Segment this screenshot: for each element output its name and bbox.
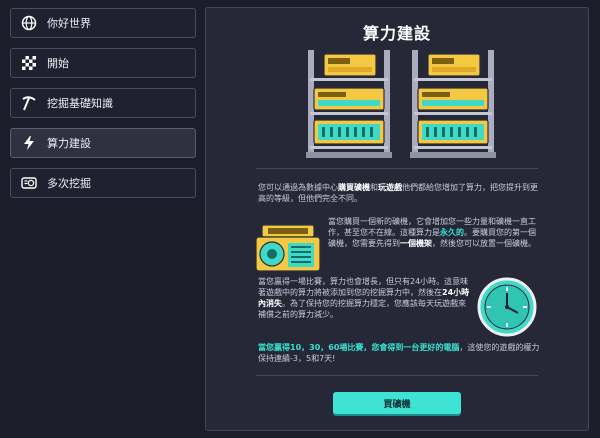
sidebar-item-hashrate-build[interactable]: 算力建設: [10, 128, 196, 158]
pickaxe-icon: [20, 94, 38, 112]
lightning-icon: [20, 134, 38, 152]
sidebar-item-label: 挖掘基礎知識: [47, 97, 113, 110]
buy-miner-button[interactable]: 買礦機: [333, 392, 461, 414]
sidebar-item-label: 算力建設: [47, 137, 91, 150]
miner-machine-illustration: [255, 224, 321, 272]
divider: [256, 375, 538, 376]
main-panel: 算力建設 您可以通過為數據中心購買礦機和玩遊戲他們都給您增加了算力，把您提升到更…: [205, 7, 589, 431]
sidebar-item-label: 多次挖掘: [47, 177, 91, 190]
sidebar-item-label: 開始: [47, 57, 69, 70]
sidebar-item-hello-world[interactable]: 你好世界: [10, 8, 196, 38]
mining-rig-icon: [20, 174, 38, 192]
checkered-flag-icon: [20, 54, 38, 72]
mining-rack-right: [410, 50, 496, 158]
mining-rack-left: [306, 50, 392, 158]
mining-racks-illustration: [306, 50, 496, 158]
sidebar-item-label: 你好世界: [47, 17, 91, 30]
streak-info-paragraph: 當您贏得10，30，60場比賽，您會得到一台更好的電腦，這使您的遊戲的權力保持連…: [258, 343, 540, 363]
sidebar: 你好世界 開始 挖掘基礎知識 算力建設 多次挖掘: [10, 8, 196, 208]
intro-paragraph: 您可以通過為數據中心購買礦機和玩遊戲他們都給您增加了算力，把您提升到更高的等級，…: [258, 183, 538, 203]
sidebar-item-mining-basics[interactable]: 挖掘基礎知識: [10, 88, 196, 118]
sidebar-item-start[interactable]: 開始: [10, 48, 196, 78]
globe-icon: [20, 14, 38, 32]
buy-info-paragraph: 當您購買一個新的礦機，它會增加您一些力量和礦機一直工作，甚至您不在線。這種算力是…: [328, 217, 536, 248]
divider: [256, 168, 538, 169]
sidebar-item-multi-mining[interactable]: 多次挖掘: [10, 168, 196, 198]
page-title: 算力建設: [362, 24, 431, 43]
game-info-paragraph: 當您贏得一場比賽，算力也會增長，但只有24小時。這意味著遊戲中的算力將被添加到您…: [258, 277, 470, 319]
clock-icon: [477, 277, 537, 337]
